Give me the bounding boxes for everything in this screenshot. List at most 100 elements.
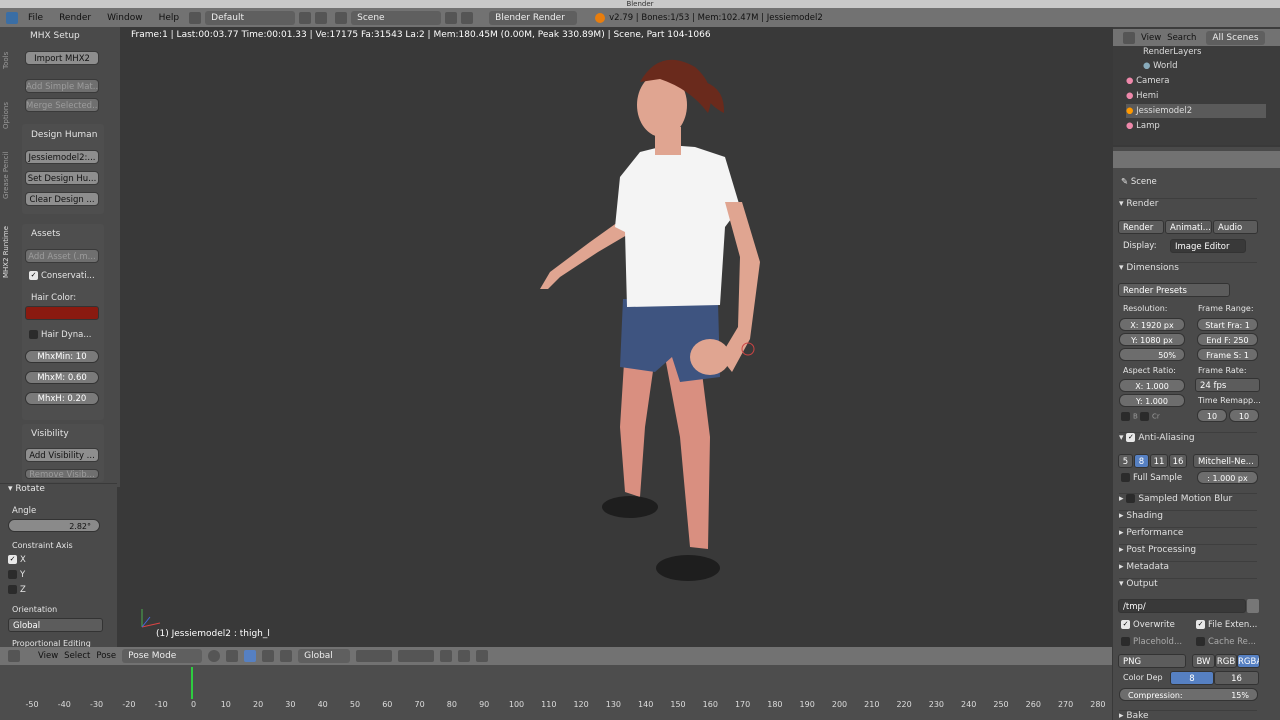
pivot-point-icon[interactable] (226, 650, 239, 662)
aa-samples-16[interactable]: 16 (1169, 454, 1187, 468)
color-bw-button[interactable]: BW (1192, 654, 1215, 668)
viewport-shading-icon[interactable] (208, 650, 221, 662)
output-section-header[interactable]: ▾ Output (1119, 578, 1257, 589)
orientation-dropdown[interactable]: Global (8, 618, 103, 632)
axis-z-checkbox[interactable]: Z (8, 585, 26, 595)
render-animation-button[interactable]: Animati... (1165, 220, 1212, 234)
render-engine-selector[interactable]: Blender Render (489, 10, 578, 25)
resolution-y-field[interactable]: Y: 1080 px (1119, 333, 1185, 346)
info-editor-icon[interactable] (6, 11, 18, 24)
mhx-setup-header[interactable]: MHX Setup (30, 31, 80, 41)
rotate-icon[interactable] (280, 650, 293, 662)
viewport-menu-pose[interactable]: Pose (96, 651, 116, 661)
menu-render[interactable]: Render (53, 13, 97, 23)
anti-aliasing-section-header[interactable]: ▾ ✓ Anti-Aliasing (1119, 432, 1257, 443)
mhx-h-field[interactable]: MhxH: 0.20 (25, 392, 99, 405)
layers-2-icon[interactable] (398, 650, 435, 662)
remove-visibility-button[interactable]: Remove Visib... (25, 469, 99, 479)
frame-end-field[interactable]: End F: 250 (1197, 333, 1258, 346)
tab-tools[interactable]: Tools (2, 35, 15, 85)
bake-section-header[interactable]: ▸ Bake (1119, 710, 1257, 720)
folder-icon[interactable] (1247, 599, 1259, 613)
outliner-item-jessiemodel2[interactable]: ● Jessiemodel2 (1126, 104, 1266, 118)
hair-color-swatch[interactable] (25, 306, 99, 320)
depth-16-button[interactable]: 16 (1214, 671, 1259, 685)
outliner-filter[interactable]: All Scenes (1206, 30, 1265, 45)
add-visibility-button[interactable]: Add Visibility ... (25, 448, 99, 462)
angle-field[interactable]: 2.82° (8, 519, 100, 532)
remap-old-field[interactable]: 10 (1197, 409, 1227, 422)
set-design-human-button[interactable]: Set Design Hu... (25, 171, 99, 185)
aa-samples-8[interactable]: 8 (1134, 454, 1149, 468)
character-model[interactable] (120, 27, 1112, 647)
viewport-menu-view[interactable]: View (38, 651, 58, 661)
manipulator-icon[interactable] (244, 650, 257, 662)
compression-slider[interactable]: Compression: 15% (1119, 688, 1258, 701)
tab-grease-pencil[interactable]: Grease Pencil (2, 145, 15, 205)
aa-filter-dropdown[interactable]: Mitchell-Ne... (1193, 454, 1259, 468)
3d-view-editor-icon[interactable] (8, 650, 20, 662)
filter-size-field[interactable]: : 1.000 px (1197, 471, 1258, 484)
clear-design-button[interactable]: Clear Design ... (25, 192, 99, 206)
outliner-item-lamp[interactable]: ● Lamp (1126, 119, 1266, 133)
scene-icon[interactable] (335, 11, 348, 24)
outliner-item-hemi[interactable]: ● Hemi (1126, 89, 1266, 103)
shading-section-header[interactable]: ▸ Shading (1119, 510, 1257, 521)
mhx-min-field[interactable]: MhxMin: 10 (25, 350, 99, 363)
render-presets-dropdown[interactable]: Render Presets (1118, 283, 1230, 297)
3d-viewport[interactable] (120, 27, 1112, 647)
axis-y-checkbox[interactable]: Y (8, 570, 25, 580)
render-icon[interactable] (476, 650, 489, 662)
render-audio-button[interactable]: Audio (1213, 220, 1258, 234)
frame-start-field[interactable]: Start Fra: 1 (1197, 318, 1258, 331)
axis-x-checkbox[interactable]: ✓ X (8, 555, 26, 565)
render-button[interactable]: Render (1118, 220, 1164, 234)
crop-checkbox[interactable] (1140, 412, 1150, 421)
menu-file[interactable]: File (22, 13, 49, 23)
outliner-menu-search[interactable]: Search (1167, 33, 1196, 43)
color-rgb-button[interactable]: RGB (1215, 654, 1237, 668)
viewport-menu-select[interactable]: Select (64, 651, 90, 661)
file-extensions-checkbox[interactable]: ✓ File Exten... (1196, 620, 1257, 630)
cache-result-checkbox[interactable]: Cache Re... (1196, 637, 1256, 647)
add-asset-button[interactable]: Add Asset (.m... (25, 249, 99, 263)
add-scene-icon[interactable] (445, 11, 458, 24)
tab-options[interactable]: Options (2, 89, 15, 141)
operator-title[interactable]: ▾ Rotate (8, 484, 45, 494)
snap-icon[interactable] (440, 650, 453, 662)
close-scene-icon[interactable] (461, 11, 474, 24)
conservative-checkbox[interactable]: ✓ Conservati... (29, 271, 95, 281)
color-rgba-button[interactable]: RGBA (1237, 654, 1260, 668)
aa-samples-11[interactable]: 11 (1150, 454, 1168, 468)
post-processing-section-header[interactable]: ▸ Post Processing (1119, 544, 1257, 555)
outliner-item-camera[interactable]: ● Camera (1126, 74, 1266, 88)
render-section-header[interactable]: ▾ Render (1119, 198, 1257, 209)
frame-step-field[interactable]: Frame S: 1 (1197, 348, 1258, 361)
timeline[interactable] (0, 665, 1112, 720)
layout-selector[interactable]: Default (205, 10, 296, 25)
overwrite-checkbox[interactable]: ✓ Overwrite (1121, 620, 1175, 630)
mhx-m-field[interactable]: MhxM: 0.60 (25, 371, 99, 384)
transform-orientation-dropdown[interactable]: Global (298, 649, 351, 663)
scene-selector[interactable]: Scene (351, 10, 442, 25)
placeholders-checkbox[interactable]: Placehold... (1121, 637, 1182, 647)
outliner-menu-view[interactable]: View (1141, 33, 1161, 43)
proportional-icon[interactable] (458, 650, 471, 662)
aspect-y-field[interactable]: Y: 1.000 (1119, 394, 1185, 407)
full-sample-checkbox[interactable]: Full Sample (1121, 473, 1182, 483)
layout-grid-icon[interactable] (189, 11, 202, 24)
translate-icon[interactable] (262, 650, 275, 662)
performance-section-header[interactable]: ▸ Performance (1119, 527, 1257, 538)
layers-icon[interactable] (356, 650, 393, 662)
menu-help[interactable]: Help (153, 13, 186, 23)
design-source-button[interactable]: Jessiemodel2:... (25, 150, 99, 164)
add-simple-materials-button[interactable]: Add Simple Mat... (25, 79, 99, 93)
menu-window[interactable]: Window (101, 13, 149, 23)
remap-new-field[interactable]: 10 (1229, 409, 1259, 422)
close-layout-icon[interactable] (315, 11, 328, 24)
motion-blur-section-header[interactable]: ▸ Sampled Motion Blur (1119, 493, 1257, 504)
depth-8-button[interactable]: 8 (1170, 671, 1214, 685)
metadata-section-header[interactable]: ▸ Metadata (1119, 561, 1257, 572)
file-format-dropdown[interactable]: PNG (1118, 654, 1186, 668)
tab-mhx2-runtime[interactable]: MHX2 Runtime (2, 217, 15, 287)
